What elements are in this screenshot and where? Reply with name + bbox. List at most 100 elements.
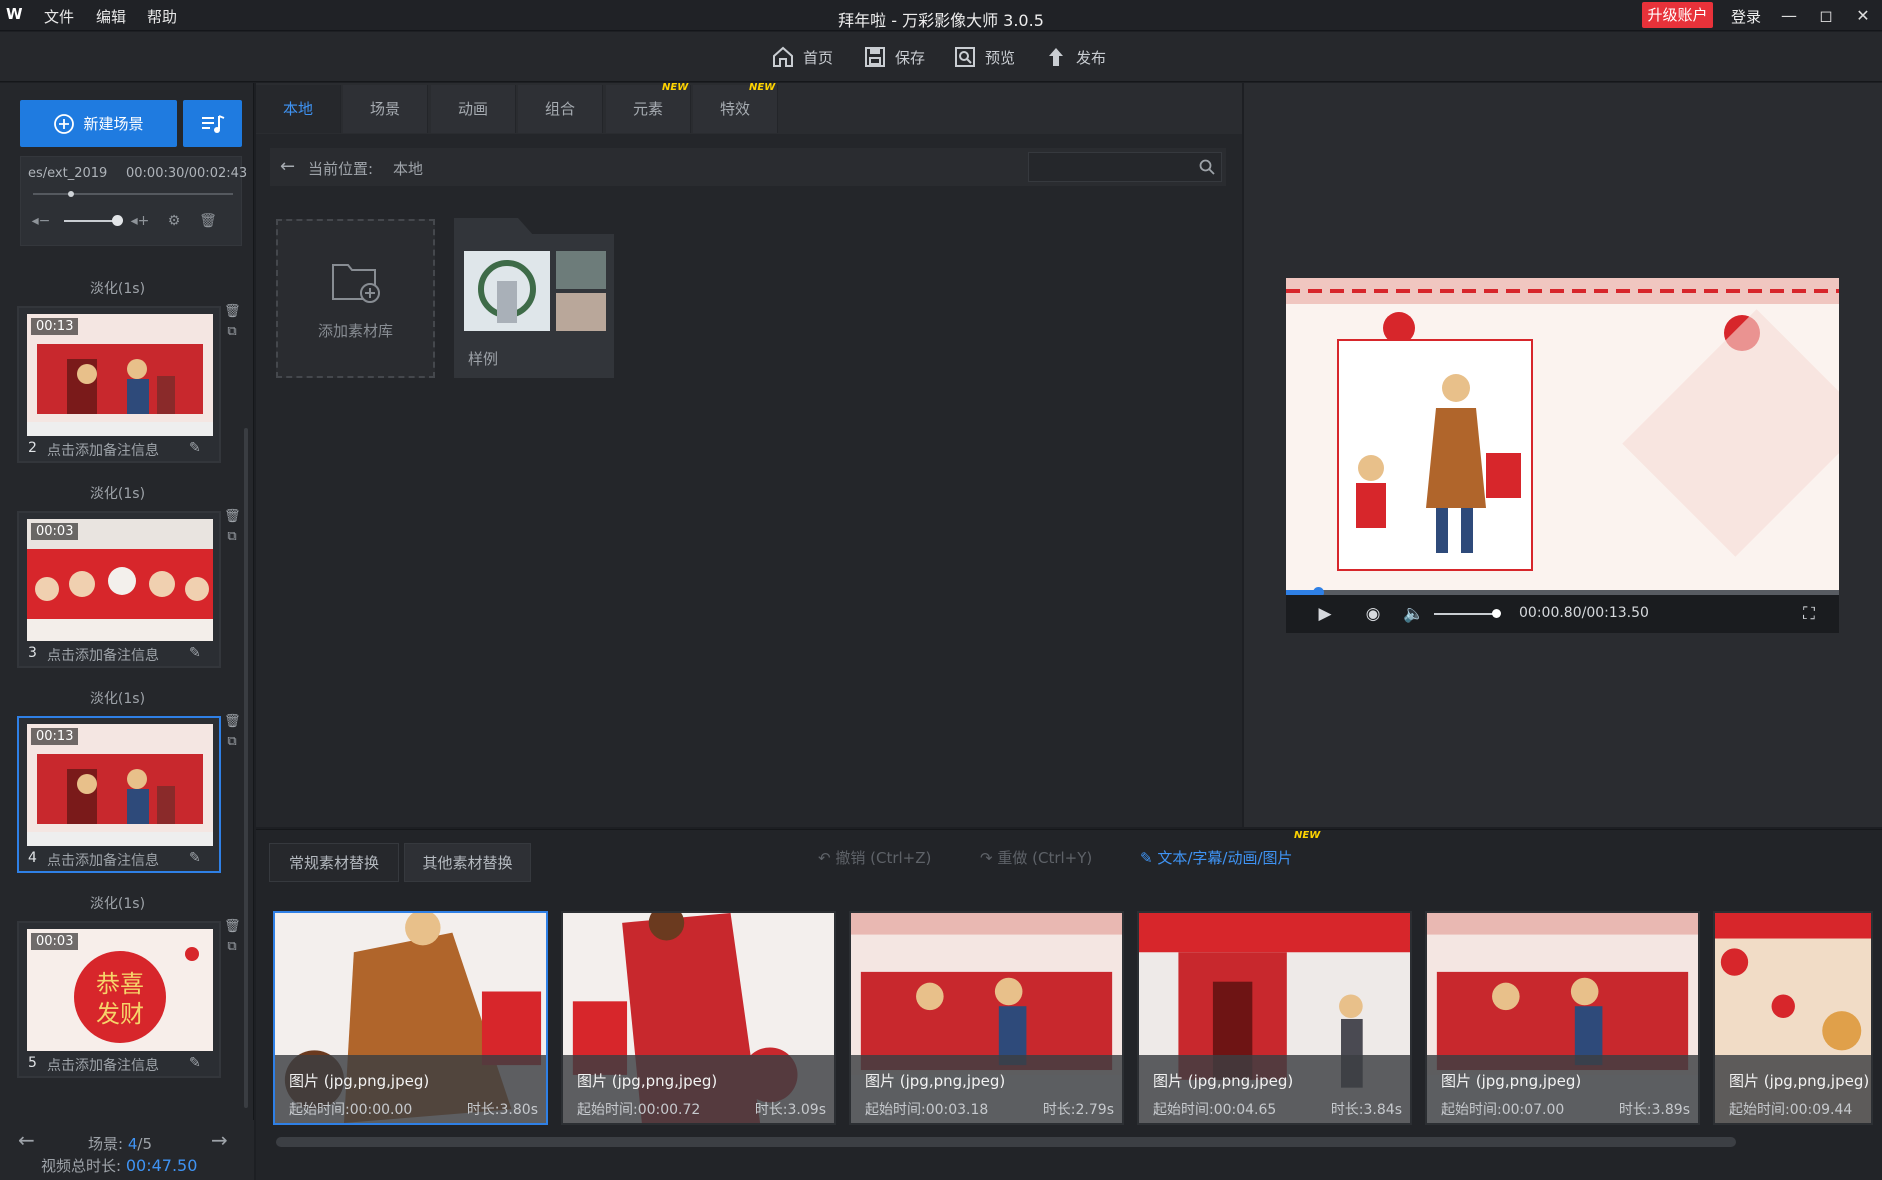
player-volume-handle[interactable] <box>1492 609 1501 618</box>
transition-label[interactable]: 淡化(1s) <box>20 688 215 708</box>
material-card[interactable]: 图片 (jpg,png,jpeg) 起始时间:00:03.18 时长:2.79s <box>849 911 1124 1125</box>
transition-label[interactable]: 淡化(1s) <box>20 278 215 298</box>
total-duration-label: 视频总时长: <box>41 1157 122 1175</box>
material-type: 图片 (jpg,png,jpeg) <box>1153 1072 1294 1090</box>
audio-time: 00:00:30/00:02:43 <box>126 166 248 181</box>
scene-list-scrollbar[interactable] <box>244 428 248 1108</box>
close-icon[interactable]: ✕ <box>1849 3 1877 29</box>
tab-local[interactable]: 本地 <box>256 85 341 133</box>
search-icon[interactable] <box>1198 158 1216 176</box>
trash-icon[interactable]: 🗑 <box>224 917 241 937</box>
tab-group[interactable]: 组合 <box>518 85 603 133</box>
fullscreen-icon[interactable]: ⛶ <box>1797 602 1821 626</box>
scene-thumbnail: 00:03 <box>27 519 213 641</box>
minimize-icon[interactable]: — <box>1775 3 1803 29</box>
edit-icon[interactable]: ✎ <box>189 440 207 458</box>
search-input[interactable] <box>1028 152 1222 182</box>
snapshot-icon[interactable]: ◉ <box>1361 602 1385 626</box>
save-button[interactable]: 保存 <box>863 44 925 70</box>
scene-actions: 🗑 ⧉ <box>224 712 241 752</box>
edit-icon[interactable]: ✎ <box>189 645 207 663</box>
transition-label[interactable]: 淡化(1s) <box>20 893 215 913</box>
scene-duration: 00:03 <box>31 523 79 540</box>
undo-button[interactable]: ↶ 撤销 (Ctrl+Z) <box>818 847 931 868</box>
scene-counter: 场景: 4/5 <box>0 1133 240 1154</box>
back-arrow-icon[interactable]: ← <box>280 156 295 177</box>
trash-icon[interactable]: 🗑 <box>224 302 241 322</box>
volume-up-icon[interactable]: ◂+ <box>129 210 151 232</box>
material-scrollbar[interactable] <box>276 1137 1736 1147</box>
playback-time: 00:00.80/00:13.50 <box>1519 605 1649 621</box>
player-volume-slider[interactable] <box>1434 613 1500 615</box>
publish-button[interactable]: 发布 <box>1044 44 1106 70</box>
copy-icon[interactable]: ⧉ <box>224 527 240 547</box>
play-icon[interactable]: ▶ <box>1313 602 1337 626</box>
add-library-label: 添加素材库 <box>317 322 393 340</box>
save-label: 保存 <box>895 48 926 67</box>
gear-icon[interactable]: ⚙ <box>163 210 185 232</box>
material-card[interactable]: 图片 (jpg,png,jpeg) 起始时间:00:09.44 <box>1713 911 1873 1125</box>
material-card[interactable]: 图片 (jpg,png,jpeg) 起始时间:00:00.72 时长:3.09s <box>561 911 836 1125</box>
material-duration: 时长:3.84s <box>1330 1102 1402 1118</box>
audio-volume-handle[interactable] <box>112 215 123 226</box>
login-button[interactable]: 登录 <box>1731 6 1761 27</box>
scene-note[interactable]: 点击添加备注信息 <box>47 645 159 665</box>
text-link-label: 文本/字幕/动画/图片 <box>1157 849 1293 867</box>
greeting-line-2: 发财 <box>96 1000 144 1028</box>
material-start: 起始时间:00:03.18 <box>865 1102 989 1118</box>
material-type: 图片 (jpg,png,jpeg) <box>1729 1072 1870 1090</box>
copy-icon[interactable]: ⧉ <box>224 937 240 957</box>
tab-other-replace[interactable]: 其他素材替换 <box>404 843 531 882</box>
material-card-selected[interactable]: 图片 (jpg,png,jpeg) 起始时间:00:00.00 时长:3.80s <box>273 911 548 1125</box>
upgrade-button[interactable]: 升级账户 <box>1642 2 1713 28</box>
audio-progress-handle[interactable] <box>68 191 74 197</box>
copy-icon[interactable]: ⧉ <box>224 732 240 752</box>
edit-icon[interactable]: ✎ <box>189 850 207 868</box>
scene-note[interactable]: 点击添加备注信息 <box>47 1055 159 1075</box>
trash-icon[interactable]: 🗑 <box>224 712 241 732</box>
new-badge: NEW <box>749 82 776 93</box>
video-preview[interactable] <box>1286 278 1839 590</box>
new-scene-button[interactable]: 新建场景 <box>20 100 177 147</box>
upload-icon <box>1049 48 1063 66</box>
material-card[interactable]: 图片 (jpg,png,jpeg) 起始时间:00:07.00 时长:3.89s <box>1425 911 1700 1125</box>
tab-scene[interactable]: 场景 <box>343 85 428 133</box>
scene-current: 4 <box>127 1135 138 1153</box>
add-library-button[interactable] <box>276 219 435 378</box>
edit-icon[interactable]: ✎ <box>189 1055 207 1073</box>
copy-icon[interactable]: ⧉ <box>224 322 240 342</box>
trash-icon[interactable]: 🗑 <box>197 210 219 232</box>
new-scene-label: 新建场景 <box>83 115 144 133</box>
preview-button[interactable]: 预览 <box>953 44 1015 70</box>
tab-regular-replace[interactable]: 常规素材替换 <box>269 843 399 882</box>
tab-animation[interactable]: 动画 <box>431 85 516 133</box>
volume-icon[interactable]: 🔈 <box>1402 602 1426 626</box>
audio-file-name: es/ext_2019 <box>28 166 108 181</box>
audio-volume-slider[interactable] <box>64 220 119 222</box>
scene-duration: 00:03 <box>31 933 79 950</box>
maximize-icon[interactable]: ◻ <box>1812 3 1840 29</box>
scene-note[interactable]: 点击添加备注信息 <box>47 850 159 870</box>
total-duration: 视频总时长: 00:47.50 <box>41 1155 197 1176</box>
undo-label: 撤销 (Ctrl+Z) <box>835 849 932 867</box>
scene-card[interactable]: 00:03 3 点击添加备注信息 ✎ <box>17 511 221 668</box>
path-value[interactable]: 本地 <box>393 158 423 179</box>
scene-card-selected[interactable]: 00:13 4 点击添加备注信息 ✎ <box>17 716 221 873</box>
trash-icon[interactable]: 🗑 <box>224 507 241 527</box>
material-card[interactable]: 图片 (jpg,png,jpeg) 起始时间:00:04.65 时长:3.84s <box>1137 911 1412 1125</box>
scene-number: 4 <box>28 850 37 866</box>
pencil-icon: ✎ <box>1140 849 1158 867</box>
music-list-button[interactable] <box>183 100 242 147</box>
redo-button[interactable]: ↷ 重做 (Ctrl+Y) <box>980 847 1092 868</box>
scene-card[interactable]: 恭喜 发财 00:03 5 点击添加备注信息 ✎ <box>17 921 221 1078</box>
material-start: 起始时间:00:00.00 <box>289 1102 413 1118</box>
home-button[interactable]: 首页 <box>771 44 833 70</box>
material-duration: 时长:3.89s <box>1618 1102 1690 1118</box>
scene-card[interactable]: 00:13 2 点击添加备注信息 ✎ <box>17 306 221 463</box>
transition-label[interactable]: 淡化(1s) <box>20 483 215 503</box>
scene-note[interactable]: 点击添加备注信息 <box>47 440 159 460</box>
audio-progress-bar[interactable] <box>33 193 233 195</box>
text-subtitle-link[interactable]: ✎ 文本/字幕/动画/图片 <box>1140 847 1293 868</box>
volume-down-icon[interactable]: ◂− <box>30 210 52 232</box>
scene-actions: 🗑 ⧉ <box>224 507 241 547</box>
